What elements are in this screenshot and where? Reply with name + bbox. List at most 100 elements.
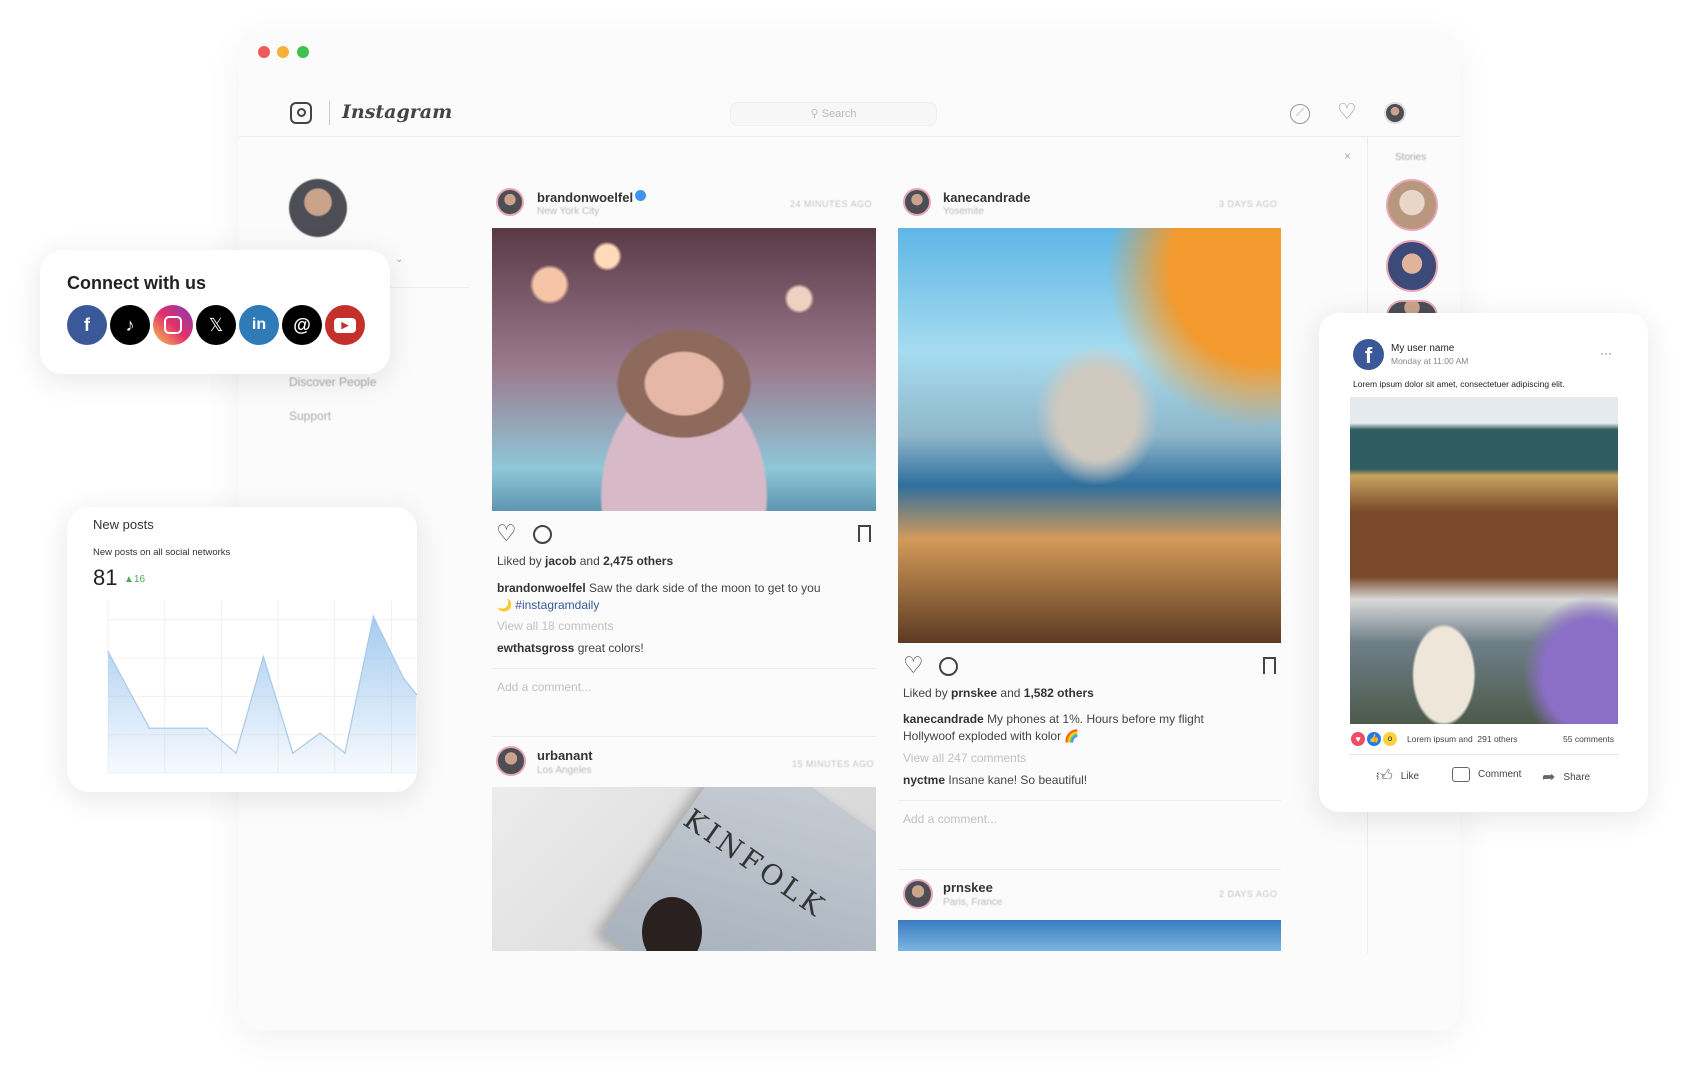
divider xyxy=(1349,754,1619,755)
profile-avatar-button[interactable] xyxy=(1384,102,1406,124)
like-heart-icon[interactable]: ♡ xyxy=(903,652,924,679)
likes-text: Liked by prnskee and 1,582 others xyxy=(903,686,1094,700)
post-time: 24 MINUTES AGO xyxy=(790,199,873,209)
post-avatar[interactable] xyxy=(903,188,931,216)
new-posts-value: 81 xyxy=(93,565,118,590)
likes-text: Liked by jacob and 2,475 others xyxy=(497,554,674,568)
fb-share-button[interactable]: ➦ Share xyxy=(1542,767,1590,787)
post-image-sky[interactable] xyxy=(898,920,1281,951)
connect-title: Connect with us xyxy=(67,273,206,293)
data-point xyxy=(402,677,405,679)
post-location[interactable]: Paris, France xyxy=(943,897,1002,908)
data-point xyxy=(205,727,208,729)
data-point xyxy=(148,727,151,729)
activity-heart-icon[interactable]: ♡ xyxy=(1337,99,1357,125)
post-username[interactable]: prnskee xyxy=(943,880,993,895)
post-location[interactable]: New York City xyxy=(537,206,599,217)
instagram-icon[interactable] xyxy=(153,305,193,345)
view-all-comments-link[interactable]: View all 18 comments xyxy=(497,619,614,633)
story-avatar[interactable] xyxy=(1386,240,1438,292)
new-posts-subtitle: New posts on all social networks xyxy=(93,547,231,558)
comment: ewthatsgross great colors! xyxy=(497,641,644,655)
fb-post-text: Lorem ipsum dolor sit amet, consectetuer… xyxy=(1353,379,1565,389)
bookmark-icon[interactable] xyxy=(1263,657,1276,674)
tiktok-icon[interactable]: ♪ xyxy=(110,305,150,345)
search-placeholder: Search xyxy=(821,108,857,120)
thumbs-up-icon: 👍︎ xyxy=(1376,768,1393,785)
instagram-logo-icon[interactable] xyxy=(290,102,312,124)
like-reaction-icon: 👍 xyxy=(1367,732,1381,746)
new-posts-delta: ▲16 xyxy=(124,574,146,585)
wow-reaction-icon: o xyxy=(1383,732,1397,746)
comment: nyctme Insane kane! So beautiful! xyxy=(903,773,1088,787)
maximize-window-button[interactable] xyxy=(297,46,309,58)
fb-like-button[interactable]: 👍︎ Like xyxy=(1376,767,1419,786)
fb-comment-button[interactable]: Comment xyxy=(1452,767,1521,782)
post-time: 3 DAYS AGO xyxy=(1219,199,1278,209)
reaction-icons[interactable]: ♥ 👍 o xyxy=(1351,732,1397,746)
share-arrow-icon: ➦ xyxy=(1542,769,1556,786)
comment-icon[interactable] xyxy=(939,657,958,676)
verified-badge-icon xyxy=(635,190,646,201)
logo-divider xyxy=(329,101,330,125)
data-point xyxy=(344,752,346,754)
x-twitter-icon[interactable]: 𝕏 xyxy=(196,305,236,345)
story-avatar[interactable] xyxy=(1386,179,1438,231)
sidebar-item-support[interactable]: Support xyxy=(289,409,331,423)
post-avatar[interactable] xyxy=(496,188,524,216)
profile-avatar[interactable] xyxy=(289,179,347,237)
fb-post-time[interactable]: Monday at 11:00 AM xyxy=(1391,356,1468,366)
minimize-window-button[interactable] xyxy=(277,46,289,58)
post-image-magazine[interactable]: KINFOLK xyxy=(492,787,876,951)
love-reaction-icon: ♥ xyxy=(1351,732,1365,746)
post-image-yosemite[interactable] xyxy=(898,228,1281,643)
facebook-icon[interactable]: f xyxy=(67,305,107,345)
search-input[interactable]: ⚲ Search xyxy=(730,102,937,126)
reactions-count[interactable]: Lorem ipsum and 291 others xyxy=(1407,734,1518,744)
like-heart-icon[interactable]: ♡ xyxy=(496,520,517,547)
close-window-button[interactable] xyxy=(258,46,270,58)
header-divider xyxy=(239,136,1460,137)
add-comment-input[interactable]: Add a comment... xyxy=(903,812,997,826)
up-triangle-icon: ▲ xyxy=(124,574,134,585)
stories-label: Stories xyxy=(1395,152,1427,163)
post-username[interactable]: urbanant xyxy=(537,748,593,763)
close-icon[interactable]: × xyxy=(1344,149,1351,163)
instagram-wordmark[interactable]: Instagram xyxy=(342,101,452,123)
search-icon: ⚲ xyxy=(810,108,822,120)
post-username[interactable]: brandonwoelfel xyxy=(537,190,633,205)
post-avatar[interactable] xyxy=(903,879,933,909)
post-location[interactable]: Yosemite xyxy=(943,206,984,217)
explore-compass-icon[interactable]: ⟋ xyxy=(1290,104,1310,124)
post-time: 15 MINUTES AGO xyxy=(792,759,875,769)
add-comment-input[interactable]: Add a comment... xyxy=(497,680,591,694)
post-username[interactable]: kanecandrade xyxy=(943,190,1030,205)
area-fill xyxy=(108,616,417,773)
comments-count[interactable]: 55 comments xyxy=(1563,734,1614,744)
post-time: 2 DAYS AGO xyxy=(1219,889,1278,899)
data-point xyxy=(292,752,294,754)
bookmark-icon[interactable] xyxy=(858,525,871,542)
linkedin-icon[interactable]: in xyxy=(239,305,279,345)
divider xyxy=(492,668,876,669)
hashtag-link[interactable]: #instagramdaily xyxy=(515,598,599,612)
divider xyxy=(898,869,1281,870)
sidebar-item-discover-people[interactable]: Discover People xyxy=(289,375,376,389)
youtube-icon[interactable]: ▶ xyxy=(325,305,365,345)
post-image-woman-bokeh[interactable] xyxy=(492,228,876,511)
data-point xyxy=(372,615,375,618)
post-avatar[interactable] xyxy=(496,746,526,776)
post-caption: kanecandrade My phones at 1%. Hours befo… xyxy=(903,712,1204,743)
post-location[interactable]: Los Angeles xyxy=(537,765,592,776)
view-all-comments-link[interactable]: View all 247 comments xyxy=(903,751,1026,765)
more-options-icon[interactable]: ··· xyxy=(1600,346,1612,360)
fb-username[interactable]: My user name xyxy=(1391,343,1454,354)
new-posts-title: New posts xyxy=(93,517,154,532)
fb-post-image-pavilion[interactable] xyxy=(1350,397,1618,724)
data-point xyxy=(107,650,109,653)
threads-icon[interactable]: @ xyxy=(282,305,322,345)
comment-icon[interactable] xyxy=(533,525,552,544)
chevron-down-icon[interactable]: ⌄ xyxy=(395,254,403,265)
data-point xyxy=(235,752,237,754)
post-caption: brandonwoelfel Saw the dark side of the … xyxy=(497,581,821,612)
